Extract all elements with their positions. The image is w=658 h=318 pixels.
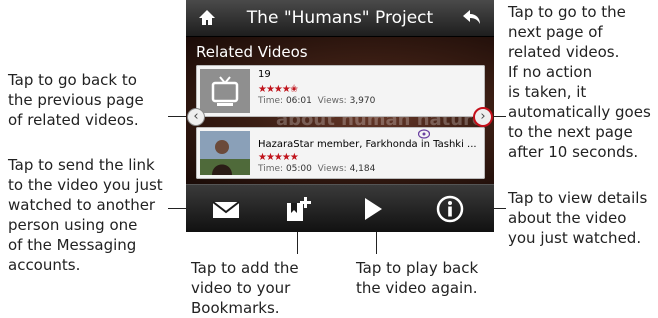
callout-line: Tap to add the <box>191 259 299 277</box>
callout-line: related videos. <box>508 43 620 61</box>
callout-line: accounts. <box>8 256 81 274</box>
callout-line: the previous page <box>8 91 144 109</box>
video-thumbnail <box>200 69 250 113</box>
callout-line: Tap to view details <box>508 189 648 207</box>
video-thumbnail <box>200 131 250 175</box>
views-value: 4,184 <box>349 164 376 174</box>
person-thumbnail-image <box>200 131 250 175</box>
video-title: 19 <box>258 69 271 80</box>
callout-line: Tap to go to the <box>508 3 626 21</box>
video-list-item[interactable]: HazaraStar member, Farkhonda in Tashki .… <box>196 127 485 179</box>
callout-line: to the next page <box>508 123 633 141</box>
previous-page-button[interactable]: ‹ <box>187 108 205 126</box>
video-meta: Time: 05:00 Views: 4,184 <box>258 164 375 174</box>
views-label: Views: <box>317 96 347 106</box>
callout-bookmark: Tap to add the video to your Bookmarks. <box>191 258 299 318</box>
callout-line: about the video <box>508 209 627 227</box>
callout-line: is taken, it <box>508 83 587 101</box>
callout-line: of the Messaging <box>8 236 137 254</box>
callout-line: you just watched. <box>508 229 642 247</box>
callout-line: If no action <box>508 63 593 81</box>
callout-send-link: Tap to send the link to the video you ju… <box>8 155 163 275</box>
callout-line: of related videos. <box>8 111 139 129</box>
callout-line: the video again. <box>356 279 478 297</box>
mail-icon[interactable] <box>210 195 242 223</box>
views-value: 3,970 <box>349 96 376 106</box>
bottom-toolbar <box>186 184 494 232</box>
next-page-button[interactable]: › <box>473 107 493 127</box>
time-label: Time: <box>258 96 284 106</box>
callout-line: after 10 seconds. <box>508 143 639 161</box>
callout-line: video to your <box>191 279 291 297</box>
rating-stars: ★★★★★ <box>258 152 299 163</box>
callout-previous-page: Tap to go back to the previous page of r… <box>8 70 144 130</box>
callout-line: automatically goes <box>508 103 651 121</box>
time-value: 05:00 <box>285 164 312 174</box>
tv-icon <box>200 69 250 113</box>
back-arrow-icon[interactable] <box>462 9 482 26</box>
callout-line: Tap to send the link <box>8 156 155 174</box>
callout-line: Tap to play back <box>356 259 479 277</box>
title-bar: The "Humans" Project <box>186 0 494 37</box>
page-title: The "Humans" Project <box>246 8 434 28</box>
video-list-item[interactable]: 19 ★★★★✬ Time: 06:01 Views: 3,970 <box>196 65 485 117</box>
chevron-right-icon: › <box>480 109 486 124</box>
callout-next-page: Tap to go to the next page of related vi… <box>508 2 651 162</box>
related-videos-panel: Related Videos about human nature 19 ★★★… <box>186 37 494 184</box>
time-value: 06:01 <box>285 96 312 106</box>
chevron-left-icon: ‹ <box>193 109 199 124</box>
video-meta: Time: 06:01 Views: 3,970 <box>258 96 375 106</box>
callout-details: Tap to view details about the video you … <box>508 188 647 248</box>
callout-line: Tap to go back to <box>8 71 137 89</box>
callout-play-again: Tap to play back the video again. <box>356 258 478 298</box>
info-icon[interactable] <box>434 195 466 223</box>
time-label: Time: <box>258 164 284 174</box>
play-icon[interactable] <box>356 195 388 223</box>
channel-badge-icon <box>418 129 430 139</box>
video-title: HazaraStar member, Farkhonda in Tashki .… <box>258 139 477 150</box>
callout-line: next page of <box>508 23 603 41</box>
callout-line: Bookmarks. <box>191 299 280 317</box>
section-heading: Related Videos <box>196 43 308 61</box>
phone-screen: The "Humans" Project Related Videos abou… <box>186 0 494 232</box>
callout-line: watched to another <box>8 196 156 214</box>
views-label: Views: <box>317 164 347 174</box>
rating-stars: ★★★★✬ <box>258 84 298 95</box>
callout-line: person using one <box>8 216 138 234</box>
bookmark-add-icon[interactable] <box>282 195 314 223</box>
callout-line: to the video you just <box>8 176 163 194</box>
